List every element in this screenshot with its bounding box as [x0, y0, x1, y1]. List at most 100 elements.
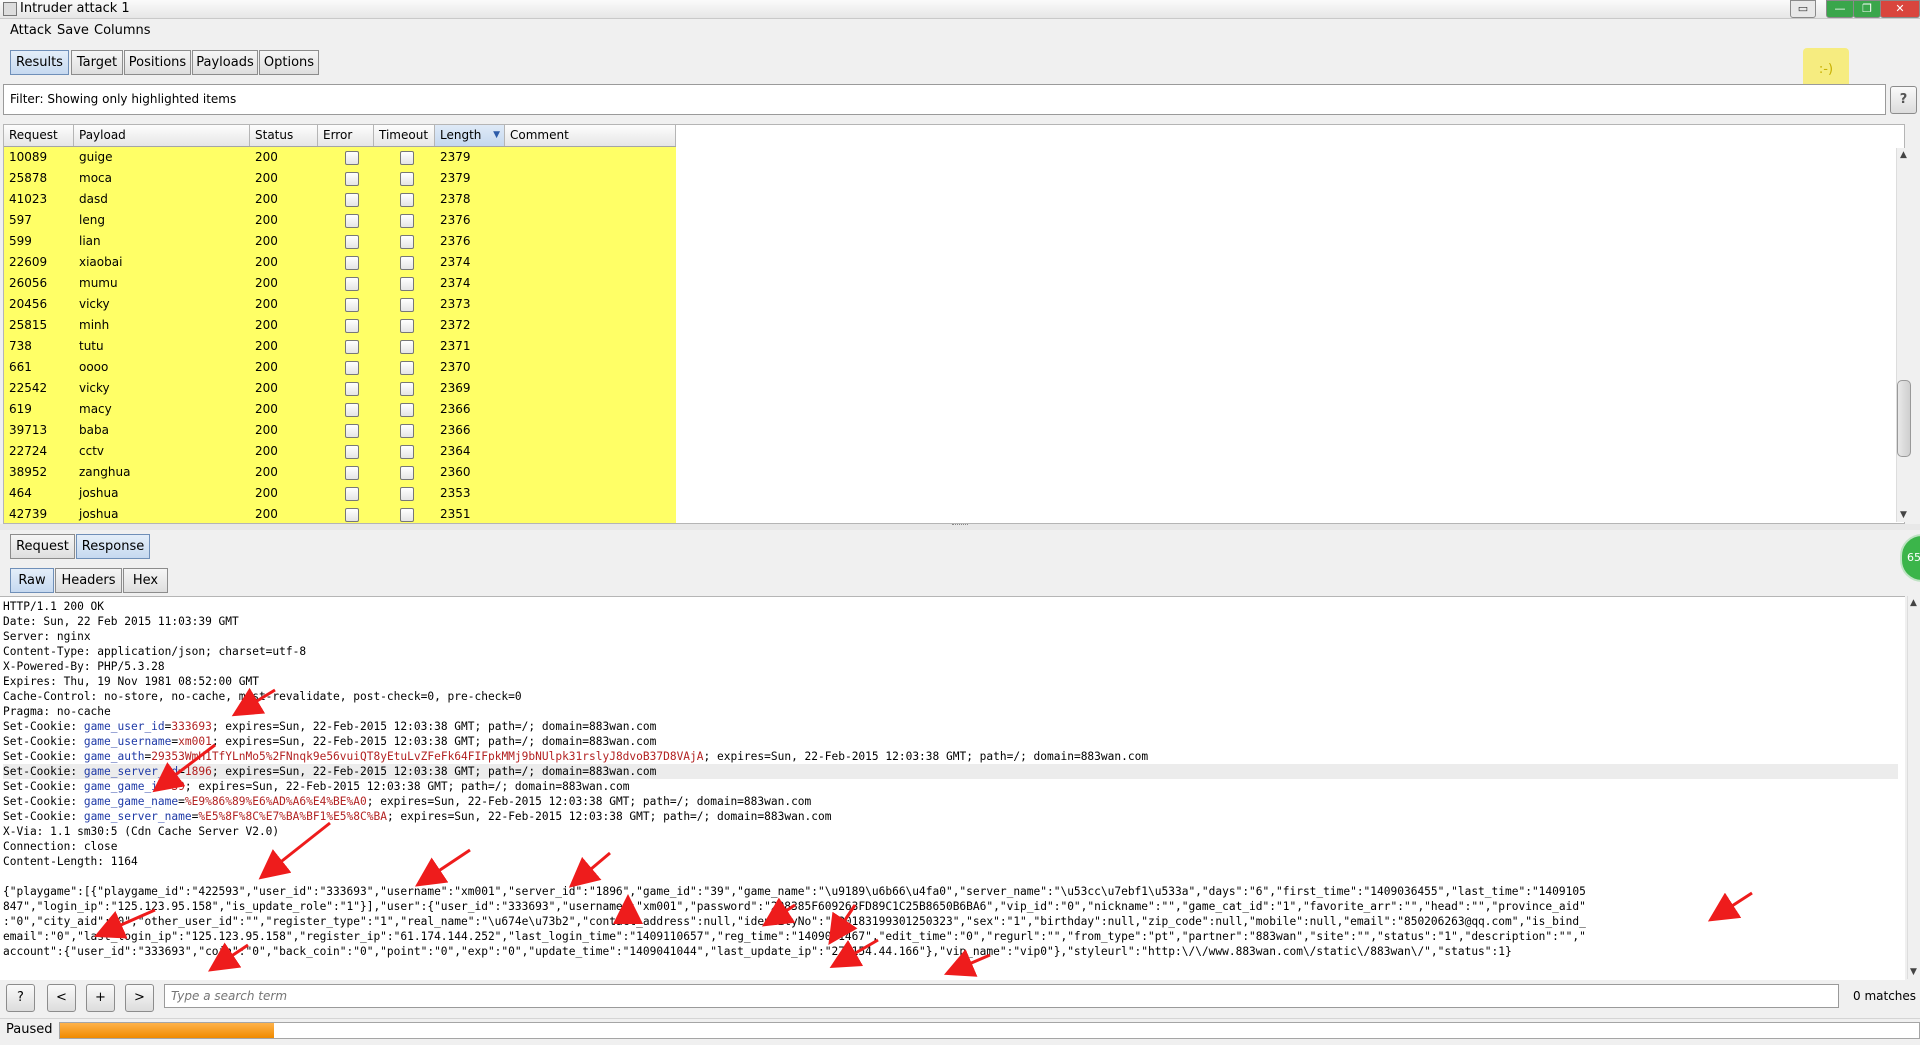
- response-text[interactable]: HTTP/1.1 200 OK Date: Sun, 22 Feb 2015 11…: [3, 599, 1898, 959]
- table-row[interactable]: 20456 vicky 200 2373: [4, 294, 676, 315]
- cell-length: 2372: [440, 318, 471, 332]
- cookie-attributes: ; expires=Sun, 22-Feb-2015 12:03:38 GMT;…: [211, 720, 657, 733]
- print-icon[interactable]: ▭: [1790, 0, 1816, 18]
- table-row[interactable]: 22542 vicky 200 2369: [4, 378, 676, 399]
- response-line: [3, 869, 1898, 884]
- cookie-name: game_username: [83, 735, 172, 748]
- response-scroll-up-icon[interactable]: ▲: [1910, 598, 1917, 608]
- tab-headers[interactable]: Headers: [55, 568, 122, 593]
- cookie-prefix: Set-Cookie:: [3, 795, 84, 808]
- tab-target[interactable]: Target: [71, 50, 123, 75]
- filter-bar[interactable]: Filter: Showing only highlighted items: [3, 84, 1886, 115]
- scroll-up-icon[interactable]: ▲: [1900, 150, 1907, 160]
- tab-results[interactable]: Results: [10, 50, 69, 75]
- search-help-button[interactable]: ?: [6, 984, 35, 1012]
- close-button[interactable]: ✕: [1880, 0, 1920, 18]
- cookie-value: 1896: [184, 765, 212, 778]
- cookie-value: 29353WmH1TfYLnMo5%2FNnqk9e56vuiQT8yEtuLv…: [151, 750, 704, 763]
- tab-hex[interactable]: Hex: [123, 568, 168, 593]
- col-timeout[interactable]: Timeout: [374, 125, 435, 146]
- cell-status: 200: [255, 213, 278, 227]
- error-checkbox: [345, 235, 359, 249]
- col-payload[interactable]: Payload: [74, 125, 250, 146]
- table-row[interactable]: 738 tutu 200 2371: [4, 336, 676, 357]
- response-line: Set-Cookie: game_server_name=%E5%8F%8C%E…: [3, 809, 1898, 824]
- filter-text: Filter: Showing only highlighted items: [10, 92, 237, 106]
- timeout-checkbox: [400, 340, 414, 354]
- cell-length: 2374: [440, 276, 471, 290]
- menu-attack[interactable]: Attack: [10, 23, 52, 38]
- filter-help-button[interactable]: ?: [1890, 86, 1917, 114]
- response-line: Set-Cookie: game_game_id=39; expires=Sun…: [3, 779, 1898, 794]
- menu-columns[interactable]: Columns: [94, 23, 151, 38]
- status-text: Paused: [6, 1022, 53, 1037]
- tab-positions[interactable]: Positions: [124, 50, 191, 75]
- response-scrollbar[interactable]: ▲ ▼: [1907, 596, 1920, 979]
- table-row[interactable]: 42739 joshua 200 2351: [4, 504, 676, 523]
- menu-save[interactable]: Save: [57, 23, 89, 38]
- tab-raw[interactable]: Raw: [10, 568, 54, 593]
- response-scroll-down-icon[interactable]: ▼: [1910, 967, 1917, 977]
- cell-status: 200: [255, 444, 278, 458]
- timeout-checkbox: [400, 445, 414, 459]
- minimize-button[interactable]: —: [1826, 0, 1854, 18]
- tab-options[interactable]: Options: [259, 50, 319, 75]
- timeout-checkbox: [400, 403, 414, 417]
- maximize-button[interactable]: ❐: [1853, 0, 1881, 18]
- splitter-grip[interactable]: [952, 524, 968, 528]
- table-row[interactable]: 661 oooo 200 2370: [4, 357, 676, 378]
- col-error[interactable]: Error: [318, 125, 374, 146]
- col-comment[interactable]: Comment: [505, 125, 676, 146]
- search-options-button[interactable]: +: [86, 984, 115, 1012]
- error-checkbox: [345, 151, 359, 165]
- table-row[interactable]: 25878 moca 200 2379: [4, 168, 676, 189]
- response-raw-view[interactable]: HTTP/1.1 200 OK Date: Sun, 22 Feb 2015 11…: [0, 596, 1905, 980]
- response-line: X-Via: 1.1 sm30:5 (Cdn Cache Server V2.0…: [3, 825, 280, 838]
- cell-request: 10089: [9, 150, 48, 164]
- cell-length: 2376: [440, 234, 471, 248]
- error-checkbox: [345, 487, 359, 501]
- col-request[interactable]: Request: [4, 125, 74, 146]
- cookie-value: %E9%86%89%E6%AD%A6%E4%BE%A0: [184, 795, 367, 808]
- cookie-value: xm001: [178, 735, 212, 748]
- col-length[interactable]: Length ▼: [435, 125, 505, 146]
- table-row[interactable]: 41023 dasd 200 2378: [4, 189, 676, 210]
- table-row[interactable]: 26056 mumu 200 2374: [4, 273, 676, 294]
- table-row[interactable]: 619 macy 200 2366: [4, 399, 676, 420]
- error-checkbox: [345, 193, 359, 207]
- col-status[interactable]: Status: [250, 125, 318, 146]
- cookie-name: game_user_id: [83, 720, 165, 733]
- cookie-prefix: Set-Cookie:: [3, 750, 84, 763]
- search-next-button[interactable]: >: [125, 984, 154, 1012]
- cell-length: 2370: [440, 360, 471, 374]
- cell-payload: moca: [79, 171, 112, 185]
- scroll-down-icon[interactable]: ▼: [1900, 510, 1907, 520]
- cell-request: 661: [9, 360, 32, 374]
- cell-status: 200: [255, 150, 278, 164]
- table-row[interactable]: 22724 cctv 200 2364: [4, 441, 676, 462]
- tab-request[interactable]: Request: [10, 534, 75, 559]
- table-row[interactable]: 22609 xiaobai 200 2374: [4, 252, 676, 273]
- table-row[interactable]: 599 lian 200 2376: [4, 231, 676, 252]
- cell-payload: joshua: [79, 507, 119, 521]
- table-row[interactable]: 10089 guige 200 2379: [4, 147, 676, 168]
- tab-response[interactable]: Response: [76, 534, 150, 559]
- cell-length: 2373: [440, 297, 471, 311]
- response-line: Content-Length: 1164: [3, 855, 138, 868]
- tab-payloads[interactable]: Payloads: [192, 50, 258, 75]
- progress-fill: [60, 1023, 274, 1038]
- table-row[interactable]: 39713 baba 200 2366: [4, 420, 676, 441]
- search-prev-button[interactable]: <: [47, 984, 76, 1012]
- cell-status: 200: [255, 318, 278, 332]
- table-row[interactable]: 38952 zanghua 200 2360: [4, 462, 676, 483]
- table-scroll-thumb[interactable]: [1897, 380, 1911, 457]
- table-row[interactable]: 597 leng 200 2376: [4, 210, 676, 231]
- cell-status: 200: [255, 339, 278, 353]
- cell-status: 200: [255, 486, 278, 500]
- table-row[interactable]: 25815 minh 200 2372: [4, 315, 676, 336]
- table-row[interactable]: 464 joshua 200 2353: [4, 483, 676, 504]
- search-input[interactable]: [164, 984, 1839, 1008]
- cell-request: 599: [9, 234, 32, 248]
- table-scrollbar[interactable]: ▲ ▼: [1896, 148, 1911, 522]
- cell-status: 200: [255, 402, 278, 416]
